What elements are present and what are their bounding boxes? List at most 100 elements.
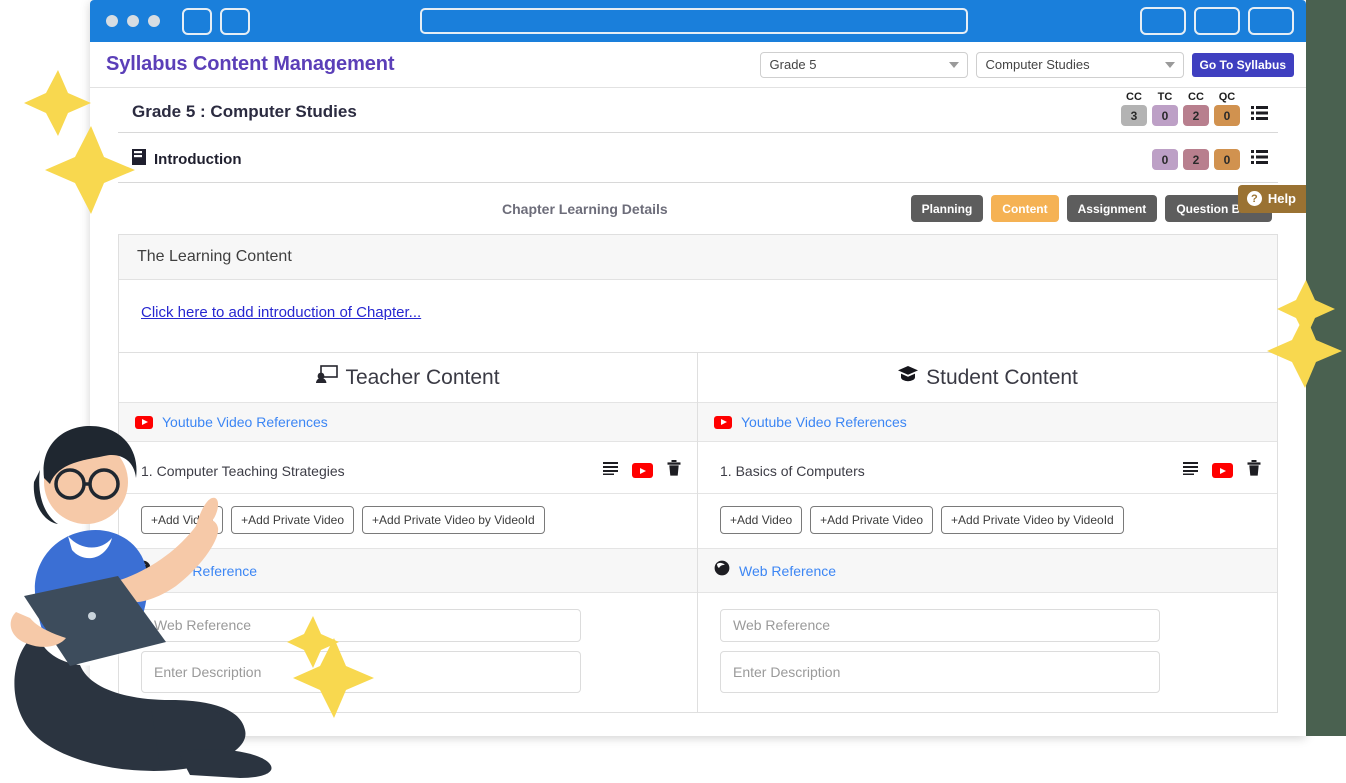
browser-tab-1[interactable] — [182, 7, 212, 35]
badge-caption: CC — [1188, 91, 1204, 103]
teacher-web-section-header: Web Reference — [119, 548, 697, 593]
list-icon[interactable] — [603, 461, 618, 480]
student-content-label: Student Content — [926, 365, 1078, 389]
subject-select[interactable]: Computer Studies — [975, 51, 1184, 78]
student-content-column: Student Content Youtube Video References… — [698, 353, 1277, 712]
tab-content[interactable]: Content — [991, 195, 1059, 222]
presentation-icon — [316, 365, 339, 390]
toolbar-button-3[interactable] — [1248, 7, 1294, 35]
browser-tab-2[interactable] — [220, 7, 250, 35]
add-chapter-introduction-link[interactable]: Click here to add introduction of Chapte… — [141, 304, 421, 321]
badge-value: 2 — [1183, 105, 1209, 126]
list-icon[interactable] — [1183, 461, 1198, 480]
student-youtube-section-label[interactable]: Youtube Video References — [741, 414, 907, 430]
student-web-section-label[interactable]: Web Reference — [739, 563, 836, 579]
go-to-syllabus-button[interactable]: Go To Syllabus — [1191, 52, 1294, 77]
header-controls: Grade 5 Computer Studies Go To Syllabus — [759, 51, 1294, 78]
student-add-private-video-button[interactable]: +Add Private Video — [810, 506, 934, 534]
youtube-play-icon[interactable] — [1212, 463, 1233, 478]
list-icon[interactable] — [1251, 106, 1268, 125]
teacher-add-private-video-by-videoid-button[interactable]: +Add Private Video by VideoId — [362, 506, 545, 534]
teacher-web-section-label[interactable]: Web Reference — [160, 563, 257, 579]
content-tabs: Planning Content Assignment Question Bank — [910, 195, 1272, 222]
browser-window: Syllabus Content Management Grade 5 Comp… — [90, 0, 1306, 736]
browser-toolbar-right[interactable] — [1140, 7, 1294, 35]
teacher-video-actions — [603, 460, 681, 481]
badge-tc-1: TC 0 — [1152, 91, 1178, 126]
graduation-cap-icon — [897, 365, 919, 390]
badge-caption: CC — [1126, 91, 1142, 103]
page-background-strip — [1306, 0, 1346, 736]
chevron-down-icon — [948, 61, 959, 68]
page-content: Grade 5 : Computer Studies CC 3 TC 0 CC 2 QC 0 … — [90, 88, 1306, 713]
subject-select-value: Computer Studies — [985, 57, 1090, 72]
globe-icon — [714, 560, 730, 581]
globe-icon — [135, 560, 151, 581]
youtube-icon — [135, 415, 153, 429]
chapter-learning-details-label: Chapter Learning Details — [502, 200, 668, 217]
help-label: Help — [1267, 191, 1296, 206]
grade-select[interactable]: Grade 5 — [759, 51, 968, 78]
close-dot[interactable] — [106, 15, 118, 27]
learning-content-card: The Learning Content Click here to add i… — [118, 234, 1278, 353]
chapter-detail-toolbar: Chapter Learning Details Planning Content… — [118, 183, 1278, 234]
student-add-video-button[interactable]: +Add Video — [720, 506, 803, 534]
teacher-description-input[interactable]: Enter Description — [141, 651, 581, 693]
teacher-video-name: 1. Computer Teaching Strategies — [141, 462, 345, 479]
student-web-section-header: Web Reference — [698, 548, 1277, 593]
teacher-add-video-buttons: +Add Video +Add Private Video +Add Private… — [119, 494, 697, 548]
toolbar-button-2[interactable] — [1194, 7, 1240, 35]
chevron-down-icon — [1164, 61, 1175, 68]
teacher-content-title: Teacher Content — [119, 353, 697, 402]
question-mark-icon: ? — [1246, 191, 1262, 206]
chapter-row[interactable]: Introduction 020 — [118, 133, 1278, 183]
address-bar[interactable] — [420, 8, 968, 34]
badge-cc-2: CC 2 — [1183, 91, 1209, 126]
browser-chrome-bar — [90, 0, 1306, 42]
minimize-dot[interactable] — [127, 15, 139, 27]
badge-value: 0 — [1214, 105, 1240, 126]
badge-value: 3 — [1121, 105, 1147, 126]
book-icon — [132, 149, 146, 170]
teacher-add-video-button[interactable]: +Add Video — [141, 506, 224, 534]
learning-content-card-title: The Learning Content — [119, 235, 1277, 280]
teacher-youtube-section-label[interactable]: Youtube Video References — [162, 414, 328, 430]
teacher-add-private-video-button[interactable]: +Add Private Video — [231, 506, 355, 534]
badge-caption: QC — [1218, 91, 1236, 103]
chapter-badge-value-1: 2 — [1183, 149, 1209, 170]
chapter-badge-value-0: 0 — [1152, 149, 1178, 170]
student-video-name: 1. Basics of Computers — [720, 462, 865, 479]
toolbar-button-1[interactable] — [1140, 7, 1186, 35]
badge-qc-3: QC 0 — [1214, 91, 1240, 126]
student-web-reference-input[interactable]: Web Reference — [720, 609, 1160, 642]
table-row: 1. Basics of Computers — [698, 442, 1277, 494]
teacher-web-reference-body: Web Reference Enter Description — [119, 593, 697, 712]
app-header: Syllabus Content Management Grade 5 Comp… — [90, 42, 1306, 88]
teacher-content-label: Teacher Content — [345, 365, 500, 389]
learning-content-card-body: Click here to add introduction of Chapte… — [119, 280, 1277, 352]
grade-select-value: Grade 5 — [769, 57, 817, 72]
youtube-play-icon[interactable] — [632, 463, 653, 478]
student-web-reference-body: Web Reference Enter Description — [698, 593, 1277, 712]
tab-assignment[interactable]: Assignment — [1066, 195, 1158, 222]
delete-icon[interactable] — [1247, 460, 1261, 481]
student-add-video-buttons: +Add Video +Add Private Video +Add Private… — [698, 494, 1277, 548]
window-controls[interactable] — [106, 15, 160, 27]
table-row: 1. Computer Teaching Strategies — [119, 442, 697, 494]
badge-cc-0: CC 3 — [1121, 91, 1147, 126]
student-youtube-section-header: Youtube Video References — [698, 402, 1277, 442]
student-add-private-video-by-videoid-button[interactable]: +Add Private Video by VideoId — [941, 506, 1124, 534]
teacher-youtube-section-header: Youtube Video References — [119, 402, 697, 442]
list-icon[interactable] — [1251, 150, 1268, 169]
tab-planning[interactable]: Planning — [910, 195, 984, 222]
help-button[interactable]: ? Help — [1237, 185, 1306, 213]
student-video-actions — [1183, 460, 1261, 481]
maximize-dot[interactable] — [148, 15, 160, 27]
student-description-input[interactable]: Enter Description — [720, 651, 1160, 693]
badge-caption: TC — [1157, 91, 1173, 103]
browser-tabs-left[interactable] — [174, 7, 250, 35]
badge-value: 0 — [1152, 105, 1178, 126]
chapter-badge-group: 020 — [1152, 149, 1268, 170]
teacher-web-reference-input[interactable]: Web Reference — [141, 609, 581, 642]
delete-icon[interactable] — [667, 460, 681, 481]
